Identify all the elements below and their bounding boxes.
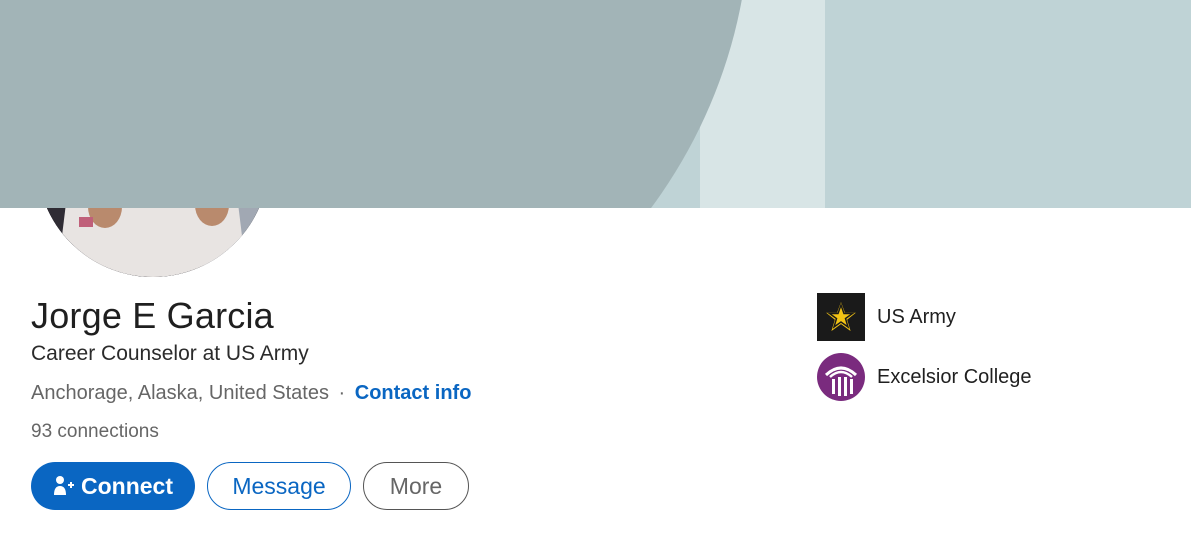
org-name-us-army: US Army bbox=[877, 305, 956, 328]
org-item-excelsior-college[interactable]: Excelsior College bbox=[817, 353, 1032, 401]
excelsior-college-logo bbox=[817, 353, 865, 401]
profile-name: Jorge E Garcia bbox=[31, 295, 274, 336]
more-button-label: More bbox=[389, 472, 443, 499]
more-button[interactable]: More bbox=[363, 462, 469, 510]
message-button-label: Message bbox=[232, 472, 326, 499]
location-line: Anchorage, Alaska, United States · Conta… bbox=[31, 382, 471, 405]
contact-info-link[interactable]: Contact info bbox=[355, 382, 472, 404]
army-star-icon bbox=[817, 293, 865, 341]
connect-button-label: Connect bbox=[81, 472, 173, 499]
profile-banner bbox=[0, 0, 1191, 208]
connect-button[interactable]: Connect bbox=[31, 462, 195, 510]
profile-location: Anchorage, Alaska, United States bbox=[31, 382, 329, 404]
connections-label: connections bbox=[57, 421, 159, 442]
add-person-icon bbox=[54, 476, 74, 495]
banner-curve-shape bbox=[0, 0, 750, 208]
connections-number: 93 bbox=[31, 421, 53, 442]
connections-count[interactable]: 93 connections bbox=[31, 421, 159, 443]
separator-dot: · bbox=[338, 382, 346, 404]
org-item-us-army[interactable]: US Army bbox=[817, 293, 956, 341]
profile-headline: Career Counselor at US Army bbox=[31, 342, 309, 365]
message-button[interactable]: Message bbox=[207, 462, 351, 510]
org-name-excelsior-college: Excelsior College bbox=[877, 365, 1032, 388]
